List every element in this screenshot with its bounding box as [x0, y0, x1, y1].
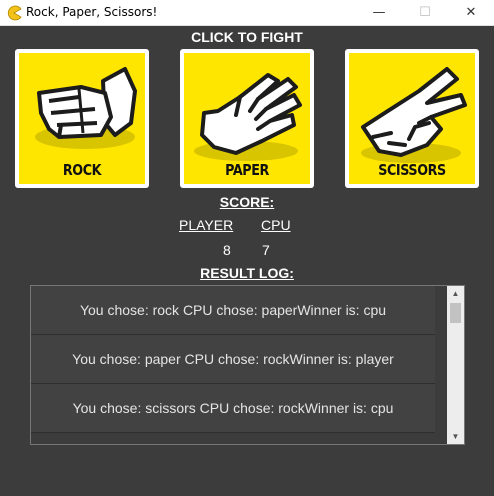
scissors-button-face: SCISSORS: [349, 53, 475, 184]
rock-button-face: ROCK: [19, 53, 145, 184]
close-button[interactable]: ✕: [448, 0, 494, 25]
scroll-up-arrow-icon[interactable]: ▲: [447, 286, 464, 301]
cpu-score-value: 7: [262, 242, 270, 258]
scissors-label: SCISSORS: [378, 161, 446, 179]
paper-button[interactable]: PAPER: [180, 49, 314, 188]
scroll-down-arrow-icon[interactable]: ▼: [447, 429, 464, 444]
list-item[interactable]: You chose: scissors CPU chose: rockWinne…: [31, 384, 435, 433]
player-score-value: 8: [223, 242, 231, 258]
rock-label: ROCK: [62, 161, 102, 179]
scroll-thumb[interactable]: [450, 303, 461, 323]
player-score-label: PLAYER: [179, 217, 234, 233]
paper-button-face: PAPER: [184, 53, 310, 184]
vertical-scrollbar[interactable]: ▲ ▼: [447, 286, 464, 444]
title-bar: Rock, Paper, Scissors! — ☐ ✕: [0, 0, 494, 26]
paper-label: PAPER: [225, 161, 269, 179]
list-item[interactable]: You chose: paper CPU chose: rockWinner i…: [31, 335, 435, 384]
score-heading: SCORE:: [219, 194, 275, 210]
rock-button[interactable]: ROCK: [15, 49, 149, 188]
result-log-heading: RESULT LOG:: [200, 265, 294, 281]
list-item[interactable]: You chose: rock CPU chose: paperWinner i…: [31, 286, 435, 335]
pacman-icon: [7, 5, 22, 21]
scissors-button[interactable]: SCISSORS: [345, 49, 479, 188]
cpu-score-label: CPU: [261, 217, 291, 233]
result-log-list[interactable]: You chose: rock CPU chose: paperWinner i…: [30, 285, 465, 445]
maximize-button[interactable]: ☐: [402, 0, 448, 25]
result-log-items: You chose: rock CPU chose: paperWinner i…: [31, 286, 435, 433]
click-to-fight-heading: CLICK TO FIGHT: [191, 29, 303, 45]
minimize-button[interactable]: —: [356, 0, 402, 25]
window-title: Rock, Paper, Scissors!: [26, 5, 158, 19]
